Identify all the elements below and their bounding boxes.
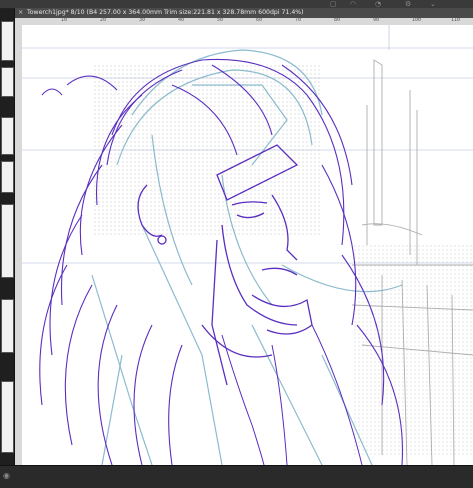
page-thumbnail[interactable] [1, 161, 14, 193]
screentone-area [92, 65, 322, 235]
navigator-icon[interactable]: ◉ [3, 471, 10, 480]
ruler-label: 30 [139, 17, 146, 23]
tool-icon[interactable]: ◠ [350, 0, 356, 8]
drawing-canvas[interactable] [22, 25, 473, 465]
page-thumbnail[interactable] [1, 204, 14, 278]
page-thumbnail[interactable] [1, 117, 14, 155]
ruler-label: 20 [100, 17, 107, 23]
ruler-label: 70 [295, 17, 302, 23]
ruler-label: 80 [334, 17, 341, 23]
ruler-label: 60 [256, 17, 263, 23]
ruler-label: 110 [451, 17, 461, 23]
status-bar: ◉ [0, 465, 473, 488]
sketch-artwork [22, 25, 473, 465]
settings-icon[interactable]: ⚙ [405, 0, 411, 8]
page-thumbnail[interactable] [1, 67, 14, 97]
chevron-down-icon[interactable]: ⌄ [430, 0, 436, 8]
necklace-linework [221, 324, 363, 465]
layer-icon[interactable]: ▢ [330, 0, 337, 8]
close-icon[interactable]: × [18, 8, 23, 18]
document-tab-title: Towerch1jpg* 8/10 (B4 257.00 x 364.00mm … [27, 9, 304, 16]
ruler-label: 10 [61, 17, 68, 23]
ruler-label: 100 [412, 17, 422, 23]
ruler-label: 50 [217, 17, 224, 23]
page-thumbnail[interactable] [1, 381, 14, 453]
page-thumbnail[interactable] [1, 21, 14, 61]
page-thumbnail[interactable] [1, 299, 14, 353]
page-thumbnail-panel [0, 9, 15, 487]
ruler-label: 90 [373, 17, 380, 23]
ruler-label: 40 [178, 17, 185, 23]
history-icon[interactable]: ◔ [375, 0, 381, 8]
